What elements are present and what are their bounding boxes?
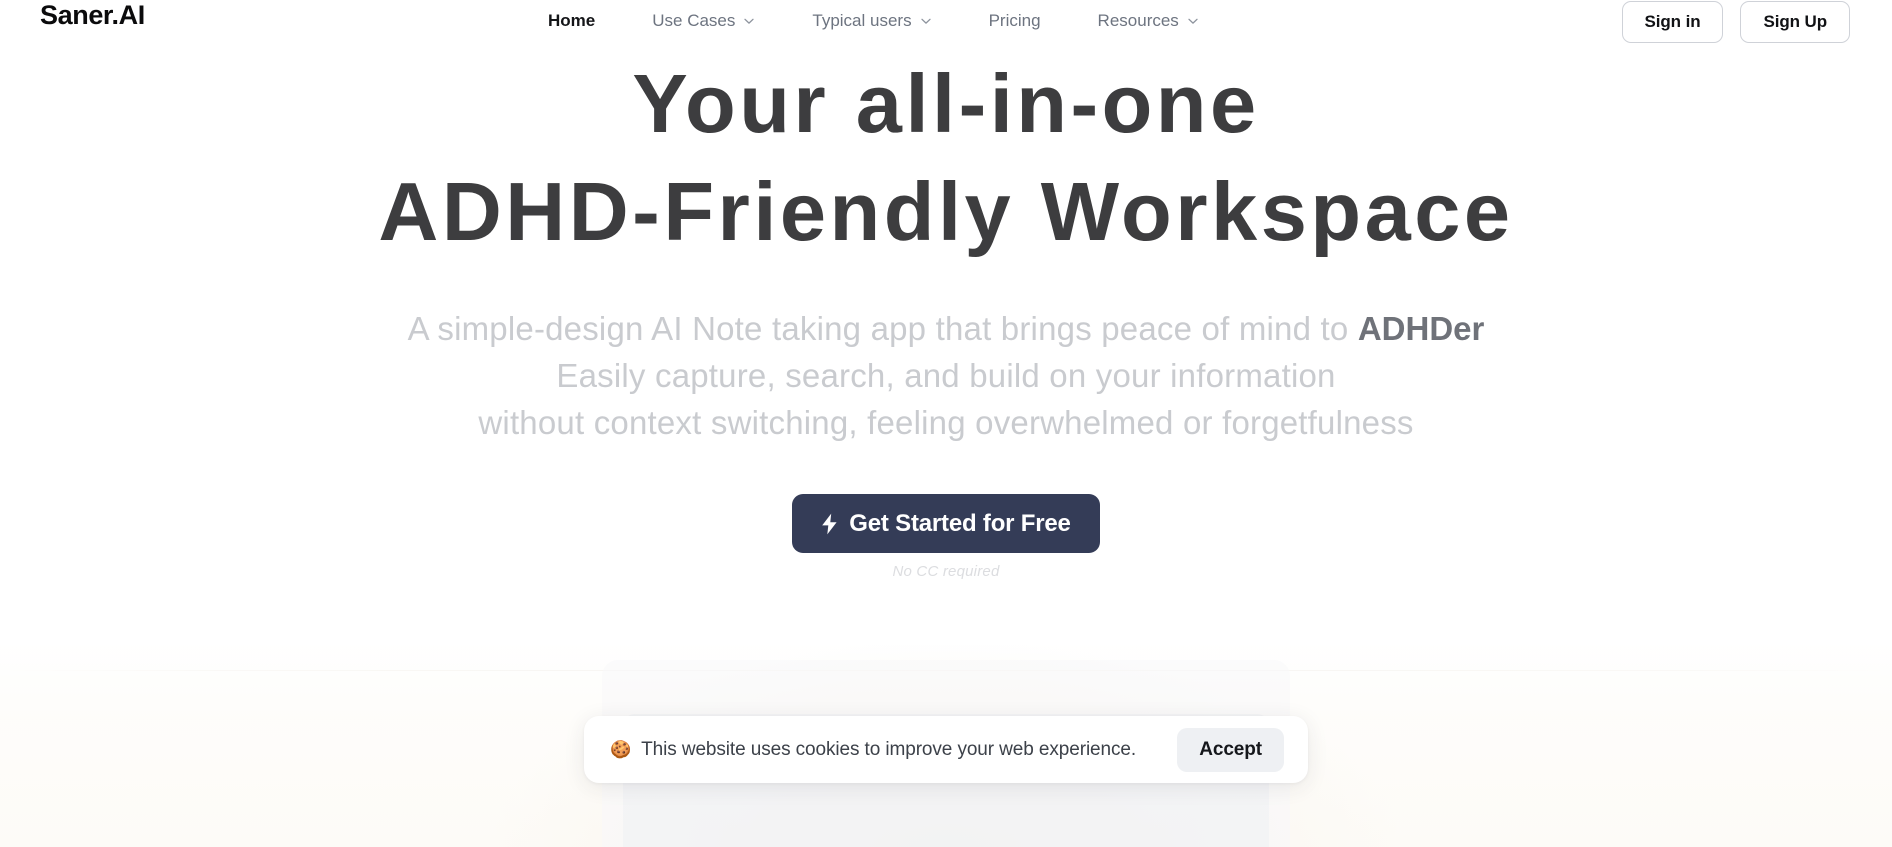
- hero-subtitle: A simple-design AI Note taking app that …: [0, 306, 1892, 447]
- nav-item-typical-users[interactable]: Typical users: [812, 9, 931, 33]
- chevron-down-icon: [920, 15, 932, 27]
- headline-line-2: ADHD-Friendly Workspace: [378, 164, 1514, 258]
- cookie-consent-message: This website uses cookies to improve you…: [641, 738, 1137, 760]
- chevron-down-icon: [743, 15, 755, 27]
- lightning-bolt-icon: [821, 513, 838, 535]
- nav-item-label: Home: [548, 11, 596, 30]
- cookie-icon: 🍪: [610, 740, 632, 759]
- cta-group: Get Started for Free No CC required: [0, 494, 1892, 580]
- subtitle-line-1-text: A simple-design AI Note taking app that …: [407, 309, 1358, 347]
- cookie-accept-button[interactable]: Accept: [1177, 727, 1284, 772]
- nav-item-resources[interactable]: Resources: [1098, 9, 1199, 33]
- nav-item-label: Pricing: [988, 11, 1041, 30]
- page-root: Saner.AI Home Use Cases Typical users Pr…: [0, 0, 1892, 847]
- primary-navigation: Home Use Cases Typical users Pricing Res…: [548, 9, 1199, 33]
- sign-up-button[interactable]: Sign Up: [1740, 1, 1850, 43]
- brand-logo[interactable]: Saner.AI: [40, 2, 145, 29]
- nav-item-label: Use Cases: [652, 11, 736, 30]
- header-actions: Sign in Sign Up: [1621, 1, 1850, 43]
- chevron-down-icon: [1187, 15, 1199, 27]
- nav-item-label: Typical users: [812, 11, 912, 30]
- page-title: Your all-in-one ADHD-Friendly Workspace: [0, 50, 1892, 266]
- sign-in-button[interactable]: Sign in: [1621, 1, 1724, 43]
- headline-line-1: Your all-in-one: [632, 57, 1260, 150]
- get-started-button-label: Get Started for Free: [849, 509, 1071, 537]
- subtitle-line-3: without context switching, feeling overw…: [478, 403, 1414, 441]
- subtitle-line-1: A simple-design AI Note taking app that …: [0, 306, 1892, 353]
- subtitle-highlight: ADHDer: [1357, 309, 1485, 347]
- cookie-consent-banner: 🍪 This website uses cookies to improve y…: [584, 716, 1308, 783]
- nav-item-pricing[interactable]: Pricing: [989, 9, 1041, 33]
- nav-item-use-cases[interactable]: Use Cases: [652, 9, 755, 33]
- get-started-button[interactable]: Get Started for Free: [792, 494, 1100, 554]
- hero-section: Your all-in-one ADHD-Friendly Workspace …: [0, 0, 1892, 580]
- site-header: Saner.AI Home Use Cases Typical users Pr…: [0, 0, 1892, 44]
- no-credit-card-note: No CC required: [892, 563, 1000, 581]
- nav-item-label: Resources: [1097, 11, 1179, 30]
- nav-item-home[interactable]: Home: [548, 9, 595, 33]
- subtitle-line-2: Easily capture, search, and build on you…: [556, 356, 1336, 394]
